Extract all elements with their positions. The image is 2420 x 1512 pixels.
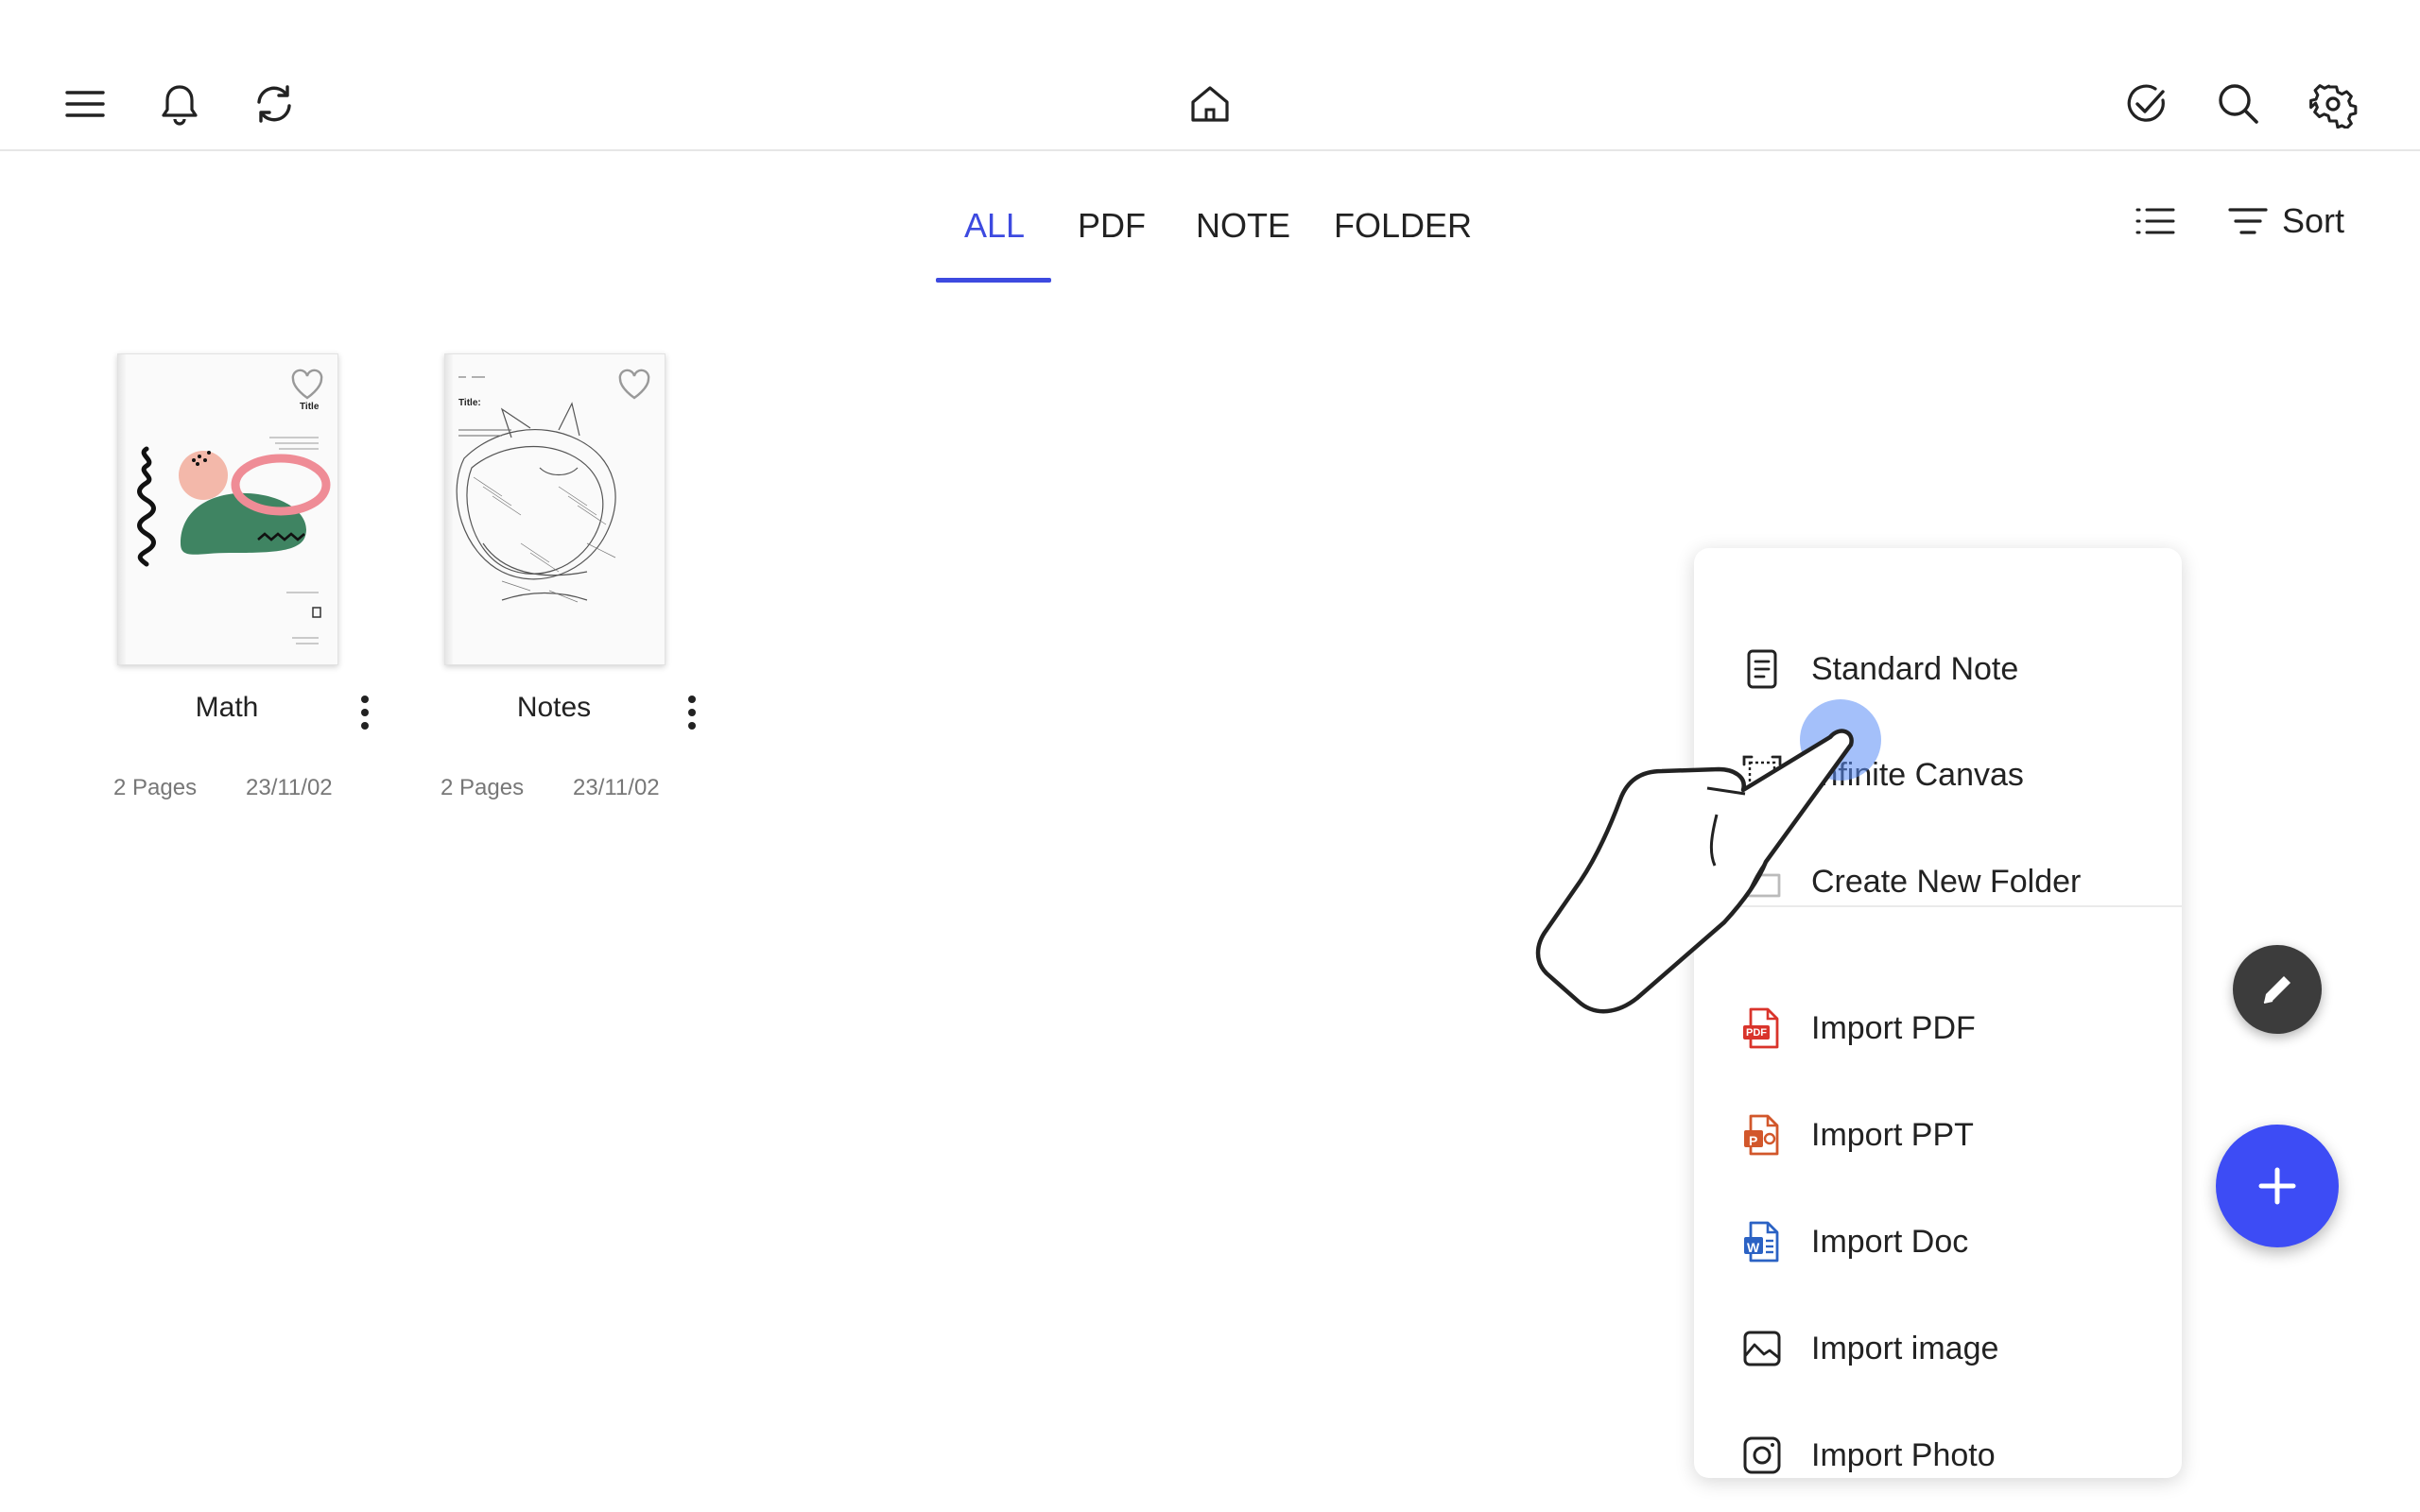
- tab-note[interactable]: NOTE: [1196, 206, 1290, 246]
- pencil-icon: [2263, 976, 2290, 1004]
- file-date: 23/11/02: [246, 775, 333, 800]
- search-icon[interactable]: [2208, 74, 2269, 134]
- add-fab-button[interactable]: [2216, 1125, 2339, 1247]
- file-page-count: 2 Pages: [441, 775, 525, 800]
- notes-cover-title: Title:: [458, 398, 481, 408]
- menu-item-label: Import PDF: [1811, 1009, 1976, 1046]
- menu-item-import-image[interactable]: Import image: [1694, 1301, 2182, 1396]
- sort-label: Sort: [2282, 201, 2345, 240]
- menu-item-standard-note[interactable]: Standard Note: [1694, 622, 2182, 716]
- file-thumbnail-notes[interactable]: Title:: [444, 353, 666, 665]
- file-thumbnail-math[interactable]: Title: [117, 353, 338, 665]
- sort-icon: [2228, 208, 2268, 234]
- menu-item-label: Create New Folder: [1811, 863, 2082, 900]
- menu-item-import-ppt[interactable]: P Import PPT: [1694, 1088, 2182, 1182]
- file-page-count: 2 Pages: [113, 775, 198, 800]
- menu-item-label: Standard Note: [1811, 650, 2019, 687]
- plus-icon: [2258, 1167, 2296, 1205]
- doc-badge-text: W: [1747, 1240, 1760, 1255]
- check-circle-icon[interactable]: [2116, 74, 2176, 134]
- file-date: 23/11/02: [573, 775, 660, 800]
- home-icon[interactable]: [1180, 74, 1240, 134]
- file-title[interactable]: Math: [117, 692, 337, 724]
- canvas-expand-icon: [1741, 754, 1783, 796]
- pdf-badge-text: PDF: [1746, 1027, 1767, 1039]
- pdf-file-icon: PDF: [1741, 1007, 1783, 1049]
- menu-item-import-doc[interactable]: W Import Doc: [1694, 1194, 2182, 1289]
- more-options-icon[interactable]: [678, 692, 706, 733]
- menu-icon[interactable]: [55, 74, 115, 134]
- menu-divider: [1694, 905, 2182, 907]
- menu-item-label: Import image: [1811, 1330, 1999, 1366]
- ppt-file-icon: P: [1741, 1114, 1783, 1156]
- more-options-icon[interactable]: [351, 692, 379, 733]
- new-item-menu: Standard Note Infinite Canvas Create New…: [1694, 548, 2182, 1478]
- camera-icon: [1741, 1435, 1783, 1476]
- file-card-math: Title Math 2 Pages 23/11/02: [113, 353, 435, 826]
- tab-all[interactable]: ALL: [964, 206, 1025, 246]
- settings-icon[interactable]: [2303, 74, 2363, 134]
- edit-fab-button[interactable]: [2233, 945, 2322, 1034]
- image-icon: [1741, 1328, 1783, 1369]
- menu-item-import-pdf[interactable]: PDF Import PDF: [1694, 981, 2182, 1075]
- list-view-icon[interactable]: [2121, 193, 2189, 249]
- menu-item-label: Import PPT: [1811, 1116, 1974, 1153]
- favorite-heart-icon[interactable]: [615, 366, 653, 404]
- file-title[interactable]: Notes: [444, 692, 664, 724]
- ppt-badge-text: P: [1749, 1133, 1758, 1148]
- menu-item-import-photo[interactable]: Import Photo: [1694, 1408, 2182, 1503]
- favorite-heart-icon[interactable]: [288, 366, 326, 404]
- tab-pdf[interactable]: PDF: [1078, 206, 1146, 246]
- document-icon: [1741, 648, 1783, 690]
- sync-icon[interactable]: [244, 74, 304, 134]
- menu-item-create-folder[interactable]: Create New Folder: [1694, 834, 2182, 929]
- word-file-icon: W: [1741, 1221, 1783, 1263]
- sort-button[interactable]: Sort: [2227, 193, 2344, 249]
- menu-item-infinite-canvas[interactable]: Infinite Canvas: [1694, 728, 2182, 822]
- menu-item-label: Import Photo: [1811, 1436, 1996, 1473]
- tab-folder[interactable]: FOLDER: [1334, 206, 1472, 246]
- top-bar: [0, 0, 2420, 151]
- active-tab-indicator: [936, 278, 1051, 283]
- touch-indicator: [1800, 699, 1881, 781]
- menu-item-label: Import Doc: [1811, 1223, 1969, 1260]
- folder-icon: [1741, 861, 1783, 902]
- file-card-notes: Title: Notes 2 Pages 23/11/02: [441, 353, 762, 826]
- bell-icon[interactable]: [149, 74, 210, 134]
